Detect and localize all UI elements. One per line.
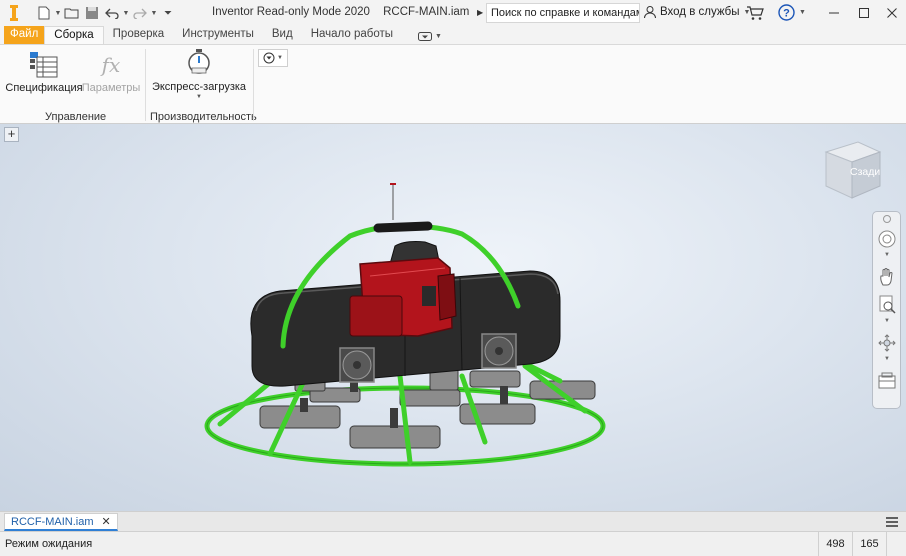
status-bar: Режим ожидания 498 165 <box>0 531 906 556</box>
steering-wheel-icon[interactable] <box>876 228 898 250</box>
viewcube-face-label[interactable]: Сзади <box>850 166 880 178</box>
status-end-cell <box>886 532 906 556</box>
help-dropdown-icon[interactable]: ▼ <box>799 9 806 16</box>
orbit-icon[interactable] <box>876 332 898 354</box>
search-expand-icon[interactable]: ▶ <box>477 8 483 17</box>
svg-text:?: ? <box>783 8 790 20</box>
tab-inspect[interactable]: Проверка <box>104 26 174 44</box>
close-window-button[interactable] <box>878 0 906 26</box>
signin-label: Вход в службы <box>660 6 740 18</box>
bom-button[interactable]: Спецификация <box>5 51 83 94</box>
status-value-1: 498 <box>818 532 852 556</box>
fx-icon: fx <box>100 53 121 77</box>
ribbon-display-toggle[interactable]: ▼ <box>402 26 451 44</box>
document-tab[interactable]: RCCF-MAIN.iam ✕ <box>4 513 118 531</box>
close-icon <box>887 8 897 18</box>
close-tab-icon[interactable]: ✕ <box>102 515 111 528</box>
new-dropdown-icon[interactable]: ▼ <box>54 10 62 17</box>
pan-hand-icon[interactable] <box>876 266 898 288</box>
look-at-icon[interactable] <box>876 370 898 392</box>
undo-icon[interactable] <box>102 3 122 23</box>
cart-icon[interactable] <box>746 4 764 22</box>
productivity-panel-title: Производительность <box>150 111 257 123</box>
bom-label: Спецификация <box>5 82 83 94</box>
help-icon: ? <box>778 4 795 21</box>
manage-panel-title: Управление <box>45 111 107 123</box>
inventor-logo-icon[interactable] <box>4 3 24 23</box>
zoom-dropdown-icon[interactable]: ▼ <box>884 318 890 324</box>
redo-icon[interactable] <box>130 3 150 23</box>
customize-toolbar-icon[interactable]: ⏷ <box>158 3 178 23</box>
minimize-button[interactable] <box>820 0 848 26</box>
signin-button[interactable]: Вход в службы ▼ <box>643 5 750 19</box>
tab-assembly[interactable]: Сборка <box>44 26 104 44</box>
assembly-model <box>204 183 606 467</box>
steering-wheel-dropdown-icon[interactable]: ▼ <box>884 252 890 258</box>
title-bar: ▼ ▼ ▼ ⏷ Inventor Read-only Mode 2020 RCC… <box>0 0 906 26</box>
document-tab-strip: RCCF-MAIN.iam ✕ <box>0 511 906 531</box>
panel-separator <box>145 49 146 121</box>
status-text: Режим ожидания <box>5 538 93 550</box>
document-name: RCCF-MAIN.iam <box>383 6 470 18</box>
parameters-button[interactable]: fx Параметры <box>81 51 141 94</box>
stopwatch-icon <box>188 49 210 74</box>
svg-text:fx: fx <box>100 53 121 77</box>
express-load-label: Экспресс-загрузка <box>151 81 247 93</box>
panel-separator <box>253 49 254 121</box>
help-search-input[interactable]: Поиск по справке и командам. <box>486 3 640 23</box>
undo-dropdown-icon[interactable]: ▼ <box>122 10 130 17</box>
save-icon[interactable] <box>82 3 102 23</box>
minimize-icon <box>829 12 839 14</box>
ribbon-tabs: Файл Сборка Проверка Инструменты Вид Нач… <box>0 26 906 44</box>
app-name: Inventor Read-only Mode 2020 <box>212 6 370 18</box>
tab-get-started[interactable]: Начало работы <box>302 26 402 44</box>
open-folder-icon[interactable] <box>62 3 82 23</box>
viewport-menu-button[interactable]: + <box>4 127 19 142</box>
redo-dropdown-icon[interactable]: ▼ <box>150 10 158 17</box>
user-icon <box>644 6 656 19</box>
dropdown-circle-icon <box>263 52 275 64</box>
parameters-label: Параметры <box>81 82 141 94</box>
graphics-viewport[interactable]: + Сзади ▼ ▼ ▼ <box>0 124 906 511</box>
express-load-dropdown-icon[interactable]: ▼ <box>196 94 202 100</box>
panel-options-button[interactable]: ▼ <box>258 49 288 67</box>
quick-access-toolbar: ▼ ▼ ▼ ⏷ <box>0 0 178 26</box>
navbar-close-icon[interactable] <box>883 215 891 223</box>
ribbon: Спецификация fx Параметры Управление Экс… <box>0 44 906 124</box>
new-file-icon[interactable] <box>34 3 54 23</box>
help-button[interactable]: ? ▼ <box>778 4 806 21</box>
bom-table-icon <box>30 52 58 78</box>
navigation-bar: ▼ ▼ ▼ <box>872 211 901 409</box>
status-value-2: 165 <box>852 532 886 556</box>
orbit-dropdown-icon[interactable]: ▼ <box>884 356 890 362</box>
ribbon-minimize-icon <box>418 31 433 41</box>
window-title: Inventor Read-only Mode 2020 RCCF-MAIN.i… <box>212 6 479 18</box>
document-tab-label: RCCF-MAIN.iam <box>11 515 94 528</box>
tab-view[interactable]: Вид <box>263 26 302 44</box>
menu-icon[interactable] <box>884 515 900 529</box>
express-load-button[interactable]: Экспресс-загрузка ▼ <box>150 48 248 100</box>
maximize-icon <box>859 8 869 18</box>
tab-tools[interactable]: Инструменты <box>173 26 263 44</box>
viewcube[interactable]: Сзади <box>818 138 886 200</box>
zoom-icon[interactable] <box>876 294 898 316</box>
maximize-button[interactable] <box>850 0 878 26</box>
tab-file[interactable]: Файл <box>4 26 45 44</box>
